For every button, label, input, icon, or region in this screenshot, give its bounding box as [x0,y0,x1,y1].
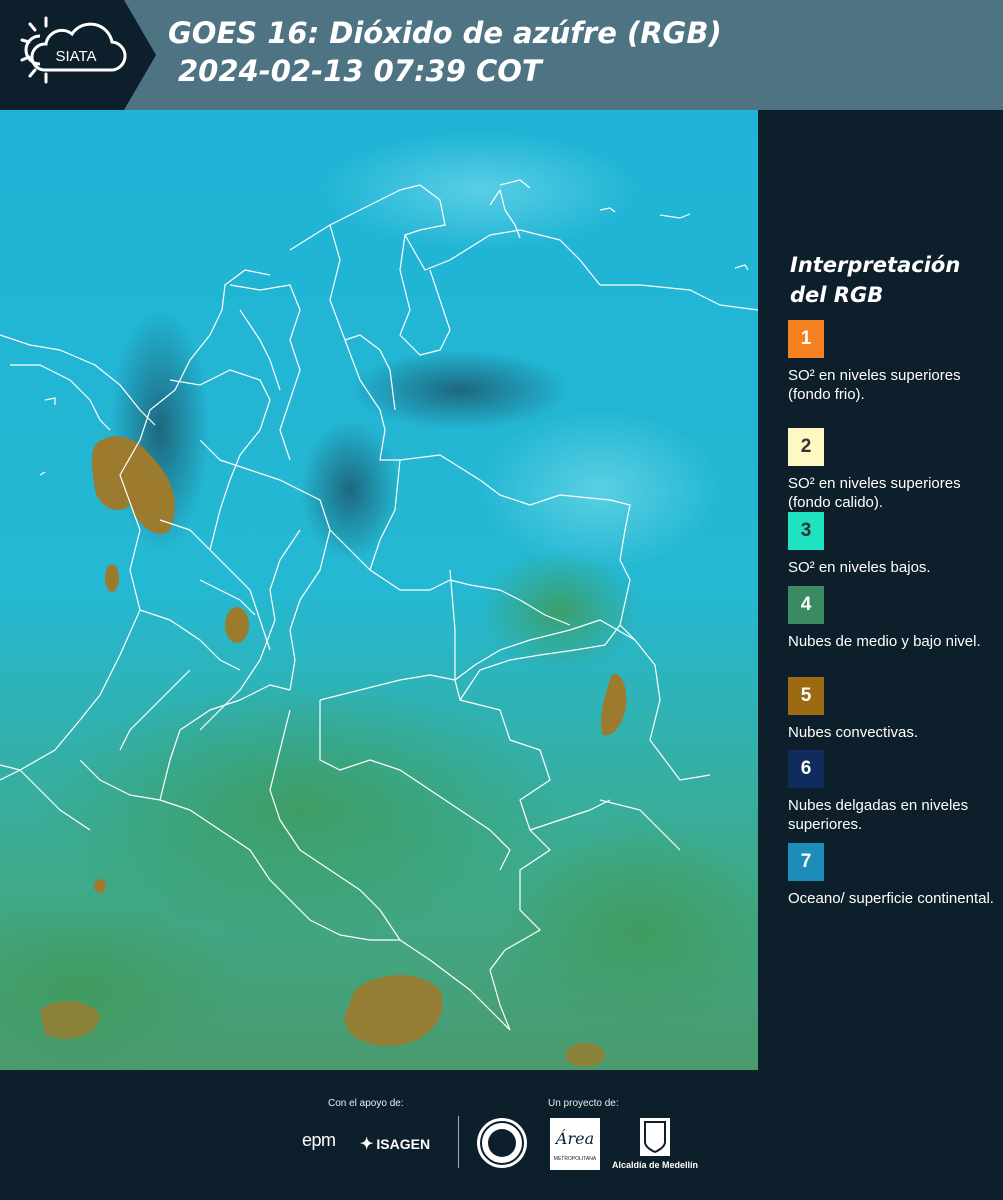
legend-text: Nubes convectivas. [788,724,919,741]
satellite-map [0,110,758,1070]
legend-swatch: 4 [788,586,824,624]
isagen-label: ISAGEN [376,1136,431,1152]
legend-item: 6 Nubes delgadas en niveles superiores. [788,750,998,834]
page-timestamp: 2024-02-13 07:39 COT [178,54,542,88]
epm-logo: epm [302,1130,336,1150]
svg-text:Área: Área [554,1128,594,1148]
legend-text: SO² en niveles superiores (fondo frio). [788,367,961,403]
legend-swatch: 1 [788,320,824,358]
title-block: GOES 16: Dióxido de azúfre (RGB) 2024-02… [168,14,722,90]
legend-swatch: 7 [788,843,824,881]
svg-text:METROPOLITANA: METROPOLITANA [554,1156,597,1162]
legend-text: Oceano/ superficie continental. [788,890,994,907]
legend-text: SO² en niveles bajos. [788,559,931,576]
legend-item: 7 Oceano/ superficie continental. [788,843,998,908]
legend-swatch: 6 [788,750,824,788]
legend-title: Interpretación del RGB [790,253,961,307]
support-label: Con el apoyo de: [328,1098,404,1109]
footer: Con el apoyo de: Un proyecto de: epm ✦ I… [0,1070,1003,1200]
footer-divider [458,1116,459,1168]
legend-swatch: 2 [788,428,824,466]
header-bar: SIATA GOES 16: Dióxido de azúfre (RGB) 2… [0,0,1003,110]
legend-item: 2 SO² en niveles superiores (fondo calido… [788,428,998,512]
clouds-mid-level [40,680,560,940]
legend-item: 5 Nubes convectivas. [788,677,998,742]
legend-text: Nubes delgadas en niveles superiores. [788,797,969,833]
siata-logo-text: SIATA [55,48,96,65]
alcaldia-shield-icon [640,1118,670,1156]
isagen-mark-icon: ✦ [360,1136,374,1153]
legend-panel: Interpretación del RGB 1 SO² en niveles s… [758,110,1003,1070]
legend-swatch: 3 [788,512,824,550]
isagen-logo: ✦ ISAGEN [360,1134,430,1154]
siata-logo: SIATA [0,0,156,110]
legend-text: SO² en niveles superiores (fondo calido)… [788,475,961,511]
alcaldia-label: Alcaldía de Medellín [612,1160,699,1170]
legend-item: 1 SO² en niveles superiores (fondo frio). [788,320,998,404]
area-metropolitana-logo: Área METROPOLITANA [550,1118,600,1170]
legend-text: Nubes de medio y bajo nivel. [788,633,981,650]
legend-swatch: 5 [788,677,824,715]
medellin-seal-icon [477,1118,527,1168]
legend-item: 3 SO² en niveles bajos. [788,512,998,577]
page-title: GOES 16: Dióxido de azúfre (RGB) [168,16,722,50]
project-label: Un proyecto de: [548,1098,619,1109]
legend-item: 4 Nubes de medio y bajo nivel. [788,586,998,651]
